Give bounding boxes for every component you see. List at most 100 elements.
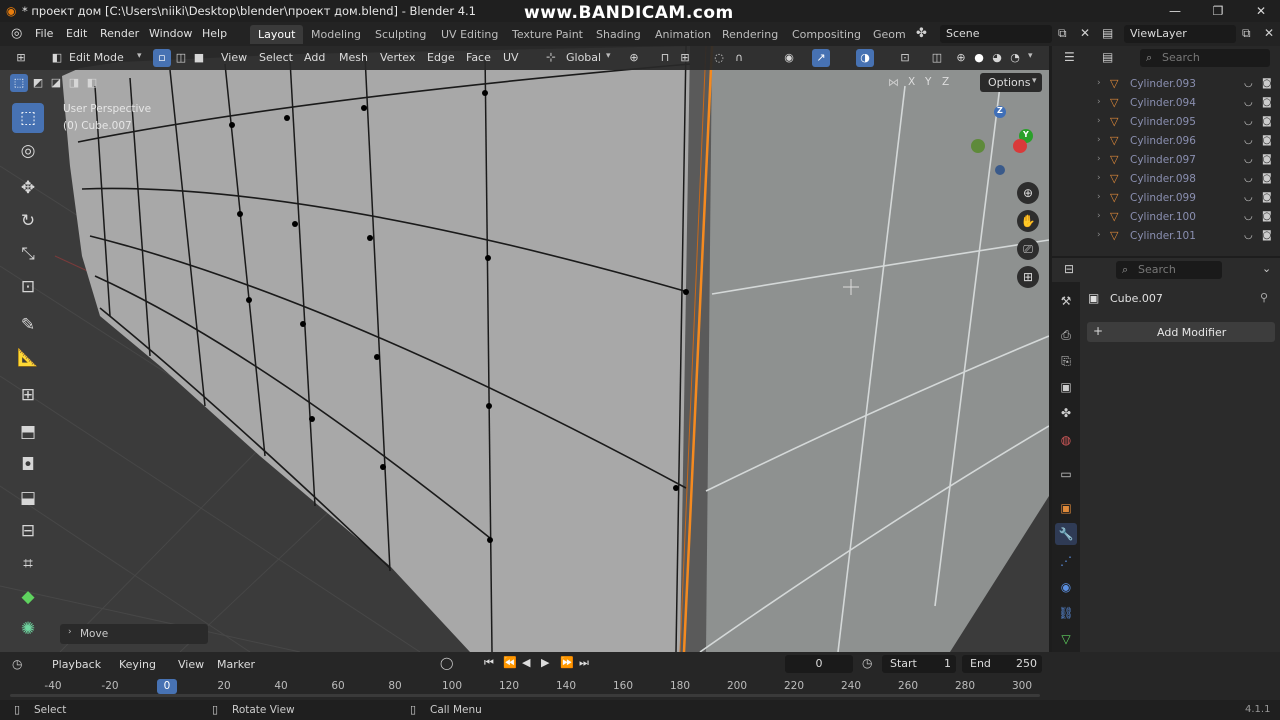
proportional-edit-icon[interactable]: ◌ — [710, 49, 728, 67]
options-dropdown[interactable]: Options ▾ — [980, 73, 1042, 92]
tool-tab-icon[interactable]: ⚒ — [1055, 290, 1077, 312]
list-item[interactable]: › ▽ Cylinder.095 ◡ ◙ — [1052, 114, 1280, 133]
new-view-layer-icon[interactable]: ⧉ — [1242, 26, 1251, 41]
next-keyframe-icon[interactable]: ⏩ — [560, 656, 574, 669]
modifier-tab-icon[interactable]: 🔧 — [1055, 523, 1077, 545]
marker-menu[interactable]: Marker — [217, 658, 255, 671]
transform-tool[interactable]: ⊡ — [12, 272, 44, 302]
menu-vertex[interactable]: Vertex — [380, 51, 415, 64]
measure-tool[interactable]: 📐 — [12, 343, 44, 373]
list-item[interactable]: › ▽ Cylinder.097 ◡ ◙ — [1052, 152, 1280, 171]
collection-tab-icon[interactable]: ▭ — [1055, 463, 1077, 485]
material-shading-icon[interactable]: ◕ — [988, 49, 1006, 67]
output-tab-icon[interactable]: ⎘ — [1055, 350, 1077, 372]
camera-icon[interactable]: ◙ — [1262, 192, 1272, 203]
constraints-tab-icon[interactable]: ⛓ — [1055, 602, 1077, 624]
properties-search-input[interactable]: ⌕ Search — [1116, 261, 1222, 279]
menu-edit[interactable]: Edit — [66, 27, 87, 40]
eye-icon[interactable]: ◡ — [1244, 192, 1253, 203]
menu-help[interactable]: Help — [202, 27, 227, 40]
auto-keying-icon[interactable]: ◯ — [440, 656, 453, 670]
timeline-scrollbar[interactable] — [10, 694, 1040, 697]
menu-file[interactable]: File — [35, 27, 53, 40]
loop-cut-tool[interactable]: ⊟ — [12, 516, 44, 546]
eye-icon[interactable]: ◡ — [1244, 116, 1253, 127]
chevron-right-icon[interactable]: › — [1097, 116, 1101, 126]
rendered-shading-icon[interactable]: ◔ — [1006, 49, 1024, 67]
orientation-selector[interactable]: Global — [566, 51, 601, 64]
gizmo-y-axis[interactable]: Y — [1023, 130, 1029, 139]
render-tab-icon[interactable]: ⎙ — [1055, 324, 1077, 346]
physics-tab-icon[interactable]: ◉ — [1055, 576, 1077, 598]
blender-menu-icon[interactable]: ◎ — [11, 26, 22, 41]
list-item[interactable]: › ▽ Cylinder.094 ◡ ◙ — [1052, 95, 1280, 114]
poly-build-tool[interactable]: ◆ — [12, 582, 44, 612]
menu-mesh[interactable]: Mesh — [339, 51, 368, 64]
menu-render[interactable]: Render — [100, 27, 139, 40]
select-invert-icon[interactable]: ◨ — [65, 74, 83, 92]
snap-icon[interactable]: ⊓ — [656, 49, 674, 67]
gizmo-z-axis[interactable]: Z — [997, 106, 1003, 115]
playback-menu[interactable]: Playback — [52, 658, 101, 671]
close-button[interactable]: ✕ — [1246, 2, 1276, 20]
tab-shading[interactable]: Shading — [588, 25, 649, 44]
restore-button[interactable]: ❐ — [1203, 2, 1233, 20]
pan-hand-icon[interactable]: ✋ — [1017, 210, 1039, 232]
add-cube-tool[interactable]: ⊞ — [12, 380, 44, 410]
camera-view-icon[interactable]: ⎚ — [1017, 238, 1039, 260]
chevron-down-icon[interactable]: ⌄ — [1262, 262, 1271, 275]
particles-tab-icon[interactable]: ⋰ — [1055, 550, 1077, 572]
solid-shading-icon[interactable]: ● — [970, 49, 988, 67]
delete-scene-icon[interactable]: ✕ — [1080, 26, 1090, 40]
xray-icon[interactable]: ◫ — [928, 49, 946, 67]
display-mode-icon[interactable]: ▤ — [1102, 50, 1113, 64]
move-tool[interactable]: ✥ — [12, 173, 44, 203]
zoom-icon[interactable]: ⊕ — [1017, 182, 1039, 204]
chevron-right-icon[interactable]: › — [1097, 78, 1101, 88]
camera-icon[interactable]: ◙ — [1262, 135, 1272, 146]
select-extend-icon[interactable]: ◩ — [29, 74, 47, 92]
axis-z-toggle[interactable]: Z — [942, 76, 949, 88]
eye-icon[interactable]: ◡ — [1244, 135, 1253, 146]
list-item[interactable]: › ▽ Cylinder.099 ◡ ◙ — [1052, 190, 1280, 209]
chevron-right-icon[interactable]: › — [1097, 135, 1101, 145]
properties-editor-icon[interactable]: ⊟ — [1064, 262, 1074, 276]
3d-viewport[interactable] — [0, 46, 1049, 652]
camera-icon[interactable]: ◙ — [1262, 97, 1272, 108]
minimize-button[interactable]: — — [1160, 2, 1190, 20]
spin-tool[interactable]: ✺ — [12, 614, 44, 644]
list-item[interactable]: › ▽ Cylinder.096 ◡ ◙ — [1052, 133, 1280, 152]
jump-start-icon[interactable]: ⏮ — [484, 656, 494, 670]
ortho-grid-icon[interactable]: ⊞ — [1017, 266, 1039, 288]
falloff-icon[interactable]: ∩ — [730, 49, 748, 67]
add-modifier-button[interactable]: + Add Modifier — [1087, 322, 1275, 342]
chevron-right-icon[interactable]: › — [1097, 211, 1101, 221]
tab-sculpting[interactable]: Sculpting — [367, 25, 434, 44]
mirror-icon[interactable]: ⋈ — [888, 76, 899, 89]
menu-select[interactable]: Select — [259, 51, 293, 64]
keying-menu[interactable]: Keying — [119, 658, 156, 671]
outliner-search-input[interactable]: ⌕ Search — [1140, 49, 1270, 67]
end-frame-field[interactable]: End 250 — [962, 655, 1042, 673]
delete-view-layer-icon[interactable]: ✕ — [1264, 26, 1274, 40]
prev-keyframe-icon[interactable]: ⏪ — [503, 656, 517, 669]
scale-tool[interactable]: ⤡ — [12, 239, 44, 269]
timeline-editor-icon[interactable]: ◷ — [12, 657, 22, 671]
chevron-right-icon[interactable]: › — [1097, 192, 1101, 202]
mesh-overlays-icon[interactable]: ⊡ — [896, 49, 914, 67]
tab-uv-editing[interactable]: UV Editing — [433, 25, 506, 44]
menu-view[interactable]: View — [221, 51, 247, 64]
jump-end-icon[interactable]: ⏭ — [579, 656, 589, 670]
editor-type-icon[interactable]: ⊞ — [12, 49, 30, 67]
chevron-right-icon[interactable]: › — [1097, 154, 1101, 164]
chevron-right-icon[interactable]: › — [1097, 97, 1101, 107]
chevron-right-icon[interactable]: › — [1097, 230, 1101, 240]
menu-window[interactable]: Window — [149, 27, 192, 40]
menu-face[interactable]: Face — [466, 51, 491, 64]
tab-rendering[interactable]: Rendering — [714, 25, 786, 44]
eye-icon[interactable]: ◡ — [1244, 173, 1253, 184]
snap-target-icon[interactable]: ⊞ — [676, 49, 694, 67]
menu-uv[interactable]: UV — [503, 51, 519, 64]
play-reverse-icon[interactable]: ◀ — [522, 656, 530, 669]
select-new-icon[interactable]: ⬚ — [10, 74, 28, 92]
